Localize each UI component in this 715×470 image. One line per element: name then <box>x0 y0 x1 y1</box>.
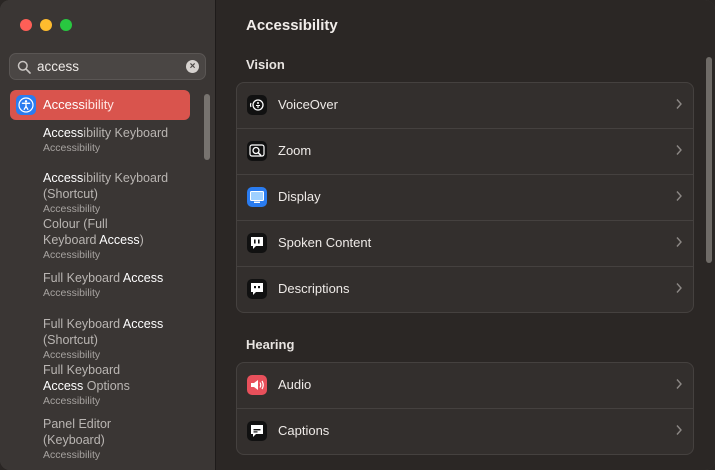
section-title-hearing: Hearing <box>246 337 295 352</box>
result-subtitle: Accessibility <box>43 449 101 461</box>
chevron-right-icon <box>676 145 682 155</box>
clear-search-icon[interactable]: × <box>186 60 199 73</box>
row-audio[interactable]: Audio <box>237 363 693 409</box>
zoom-icon <box>247 141 267 161</box>
main-scrollbar[interactable] <box>706 57 712 263</box>
row-label: Display <box>278 189 321 204</box>
result-title-line: Colour (Full <box>43 217 108 231</box>
result-title-line: (Shortcut) <box>43 333 98 347</box>
result-title-line: Full Keyboard <box>43 363 121 377</box>
row-label: Audio <box>278 377 312 392</box>
search-result-item[interactable]: Accessibility Keyboard (Shortcut) Accessib… <box>43 170 193 216</box>
search-result-item[interactable]: Accessibility Keyboard Accessibility <box>43 125 193 155</box>
chevron-right-icon <box>676 283 682 293</box>
result-title-line: Full Keyboard Access <box>43 271 164 285</box>
result-title-line: Accessibility Keyboard <box>43 126 169 140</box>
row-label: Spoken Content <box>278 235 372 250</box>
row-zoom[interactable]: Zoom <box>237 129 693 175</box>
result-title-line: Keyboard Access) <box>43 233 144 247</box>
row-captions[interactable]: Captions <box>237 409 693 454</box>
captions-icon <box>247 421 267 441</box>
result-subtitle: Accessibility <box>43 249 101 261</box>
row-label: Captions <box>278 423 330 438</box>
result-title-line: (Shortcut) <box>43 187 98 201</box>
result-subtitle: Accessibility <box>43 395 101 407</box>
search-field[interactable]: access × <box>9 53 206 80</box>
chevron-right-icon <box>676 237 682 247</box>
hearing-group: Audio Captions <box>236 362 694 455</box>
sidebar-scrollbar[interactable] <box>204 94 210 160</box>
main-pane: Accessibility Vision VoiceOver Zoom Disp… <box>216 0 715 470</box>
row-label: Zoom <box>278 143 312 158</box>
search-result-item[interactable]: Panel Editor (Keyboard) Accessibility <box>43 416 193 462</box>
voiceover-icon <box>247 95 267 115</box>
audio-icon <box>247 375 267 395</box>
window-controls <box>20 19 72 31</box>
page-title: Accessibility <box>246 17 338 34</box>
sidebar: access × Accessibility Accessibility Key… <box>0 0 216 470</box>
section-title-vision: Vision <box>246 57 285 72</box>
search-input[interactable]: access <box>37 59 79 74</box>
result-title-line: Accessibility Keyboard <box>43 171 169 185</box>
maximize-window-button[interactable] <box>60 19 72 31</box>
chevron-right-icon <box>676 99 682 109</box>
display-icon <box>247 187 267 207</box>
search-result-item[interactable]: Colour (Full Keyboard Access) Accessibilit… <box>43 216 193 262</box>
result-title: Accessibility <box>43 97 114 112</box>
chevron-right-icon <box>676 379 682 389</box>
spoken-content-icon <box>247 233 267 253</box>
search-result-item[interactable]: Full Keyboard Access Accessibility <box>43 270 193 300</box>
close-window-button[interactable] <box>20 19 32 31</box>
result-subtitle: Accessibility <box>43 287 101 299</box>
settings-window: access × Accessibility Accessibility Key… <box>0 0 715 470</box>
chevron-right-icon <box>676 425 682 435</box>
result-title-line: Access Options <box>43 379 130 393</box>
result-title-line: Panel Editor <box>43 417 112 431</box>
result-accessibility-selected[interactable]: Accessibility <box>10 90 190 120</box>
result-title-line: (Keyboard) <box>43 433 105 447</box>
accessibility-icon <box>16 95 36 115</box>
search-result-item[interactable]: Full Keyboard Access (Shortcut) Accessibil… <box>43 316 193 362</box>
row-descriptions[interactable]: Descriptions <box>237 267 693 312</box>
result-subtitle: Accessibility <box>43 203 101 215</box>
minimize-window-button[interactable] <box>40 19 52 31</box>
result-subtitle: Accessibility <box>43 349 101 361</box>
result-title-line: Full Keyboard Access <box>43 317 164 331</box>
row-label: VoiceOver <box>278 97 338 112</box>
row-spoken-content[interactable]: Spoken Content <box>237 221 693 267</box>
search-icon <box>17 60 31 74</box>
descriptions-icon <box>247 279 267 299</box>
search-result-item[interactable]: Full Keyboard Access Options Accessibility <box>43 362 193 408</box>
chevron-right-icon <box>676 191 682 201</box>
row-display[interactable]: Display <box>237 175 693 221</box>
result-subtitle: Accessibility <box>43 142 101 154</box>
row-label: Descriptions <box>278 281 350 296</box>
vision-group: VoiceOver Zoom Display Spoken Content De… <box>236 82 694 313</box>
row-voiceover[interactable]: VoiceOver <box>237 83 693 129</box>
